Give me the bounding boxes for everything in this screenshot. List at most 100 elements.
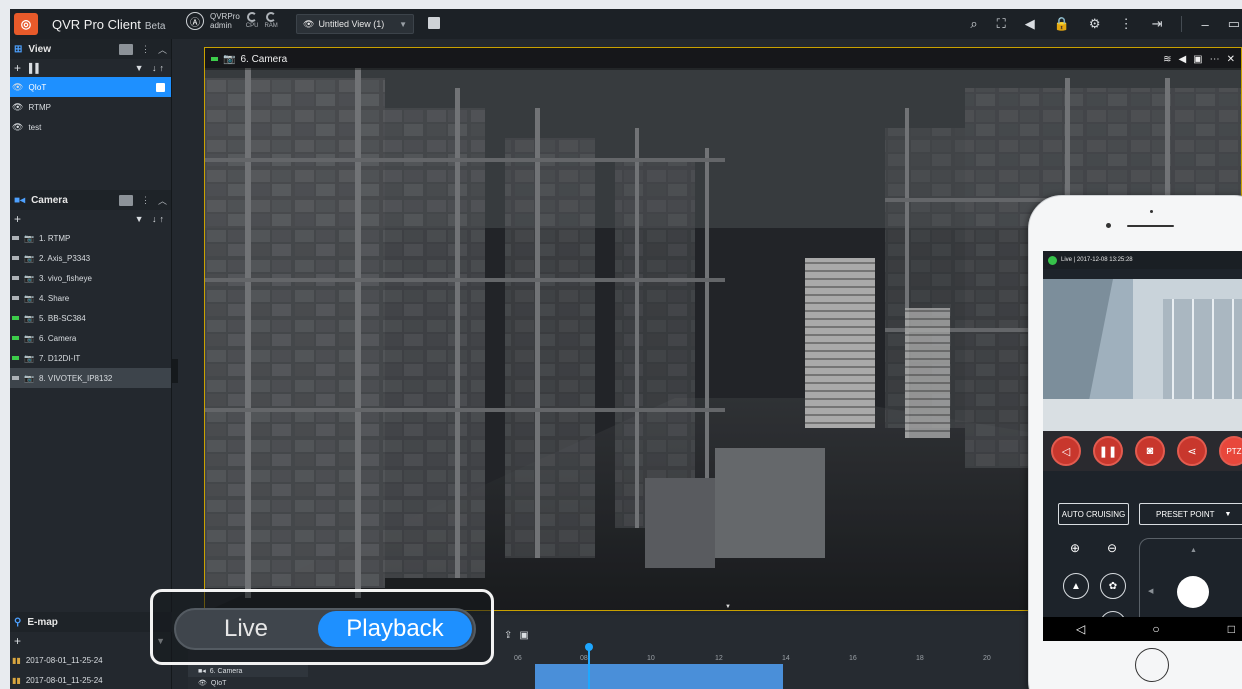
camera-icon: 📷 [24, 233, 34, 243]
close-icon[interactable]: ✕ [1227, 54, 1235, 65]
more-vertical-icon[interactable]: ⋮ [141, 195, 150, 206]
timeline-row-label: QIoT [210, 679, 227, 687]
playhead[interactable] [585, 643, 593, 689]
arrow-left-icon[interactable]: ◀ [1148, 587, 1153, 595]
camera-item-5[interactable]: 📷 5. BB-SC384 [10, 308, 171, 328]
focus-far-icon[interactable]: ▲ [1063, 573, 1089, 599]
chevron-down-icon: ▼ [399, 19, 407, 29]
speaker-icon[interactable]: ◁ [1051, 436, 1081, 466]
user-avatar-icon[interactable]: Ⓐ [186, 12, 204, 30]
share-icon[interactable]: ⋖ [1177, 436, 1207, 466]
more-horizontal-icon[interactable]: ⋯ [1210, 54, 1220, 65]
recents-icon[interactable]: □ [1194, 622, 1242, 636]
eye-icon: 👁 [303, 18, 315, 29]
filter-sort-icons[interactable]: ▼ ↓↑ [135, 214, 167, 224]
layout-icon[interactable] [118, 194, 133, 206]
chevron-down-icon: ▼ [1224, 510, 1232, 518]
ptz-button[interactable]: PTZ [1219, 436, 1242, 466]
more-vertical-icon[interactable]: ⋮ [1120, 16, 1133, 32]
timeline-channel-list: ■◂ 6. Camera 👁 QIoT [188, 665, 308, 689]
add-icon[interactable]: + [14, 61, 21, 75]
camera-item-7[interactable]: 📷 7. D12DI-IT [10, 348, 171, 368]
mode-toggle[interactable]: Live Playback [174, 608, 476, 650]
sidebar-collapse-handle[interactable] [172, 359, 178, 383]
camera-item-8[interactable]: 📷 8. VIVOTEK_IP8132 [10, 368, 171, 388]
emap-item[interactable]: ▮▮ 2017-08-01_11-25-24 [10, 650, 172, 670]
recording-segment[interactable] [535, 664, 783, 689]
timeline-row[interactable]: 👁 QIoT [188, 677, 308, 689]
collapse-arrow-icon[interactable]: ▼ [725, 604, 737, 610]
save-icon[interactable] [156, 82, 165, 92]
gear-icon[interactable]: ⚙ [1089, 16, 1101, 32]
add-icon[interactable]: + [14, 212, 21, 226]
snapshot-icon[interactable]: ▣ [1193, 54, 1202, 65]
minimize-icon[interactable]: – [1201, 17, 1208, 32]
camera-item-3[interactable]: 📷 3. vivo_fisheye [10, 268, 171, 288]
restore-icon[interactable]: ▭ [1228, 16, 1240, 32]
view-item-rtmp[interactable]: 👁 RTMP [10, 97, 171, 117]
camera-item-6[interactable]: 📷 6. Camera [10, 328, 171, 348]
status-icon [12, 376, 19, 380]
volume-icon[interactable]: ◀ [1025, 16, 1035, 32]
pause-icon[interactable]: ❚❚ [1093, 436, 1123, 466]
video-channel-title: 6. Camera [240, 53, 288, 65]
more-vertical-icon[interactable]: ⋮ [141, 44, 150, 55]
user-block[interactable]: Ⓐ QVRPro admin CPU RAM [186, 12, 278, 30]
logout-icon[interactable]: ⇥ [1152, 16, 1163, 32]
camera-icon: 📷 [24, 293, 34, 303]
view-panel-tools: + ▌▌ ▼ ↓↑ [10, 59, 171, 77]
tick-label: 18 [916, 655, 924, 662]
home-icon[interactable]: ○ [1118, 622, 1193, 636]
save-view-icon[interactable] [428, 17, 440, 29]
cpu-meter: CPU [245, 12, 259, 30]
camera-item-2[interactable]: 📷 2. Axis_P3343 [10, 248, 171, 268]
camera-item-label: 8. VIVOTEK_IP8132 [38, 373, 113, 383]
camera-item-label: 5. BB-SC384 [38, 313, 86, 323]
joystick-knob[interactable] [1177, 576, 1209, 608]
add-icon[interactable]: + [14, 634, 21, 648]
volume-icon[interactable]: ◀ [1178, 54, 1186, 65]
camera-item-label: 4. Share [38, 293, 70, 303]
filter-sort-icons[interactable]: ▼ ↓↑ [135, 63, 167, 73]
view-select[interactable]: 👁 Untitled View (1) ▼ [296, 14, 414, 34]
wifi-icon: ≋ [1163, 53, 1172, 65]
preset-point-dropdown[interactable]: PRESET POINT ▼ [1139, 503, 1242, 525]
timeline-row[interactable]: ■◂ 6. Camera [188, 665, 308, 677]
auto-cruising-button[interactable]: AUTO CRUISING [1058, 503, 1129, 525]
status-icon [211, 57, 218, 61]
android-nav-bar: ◁ ○ □ [1043, 617, 1242, 641]
back-icon[interactable]: ◁ [1043, 622, 1118, 636]
camera-panel-controls: ⋮ ︿ [118, 194, 167, 207]
emap-item[interactable]: ▮▮ 2017-08-01_11-25-24 [10, 670, 172, 689]
cpu-label: CPU [245, 23, 259, 29]
live-button[interactable]: Live [176, 615, 316, 643]
search-icon[interactable]: ⌕ [970, 16, 977, 32]
camera-item-1[interactable]: 📷 1. RTMP [10, 228, 171, 248]
export-icon[interactable]: ⇪ [504, 630, 512, 641]
arrow-up-icon[interactable]: ▲ [1190, 547, 1197, 554]
layout-icon[interactable] [118, 43, 133, 55]
zoom-in-icon[interactable]: ⊕ [1070, 541, 1080, 555]
lock-icon[interactable]: 🔒 [1054, 16, 1070, 32]
view-item-label: RTMP [28, 102, 51, 112]
camera-snapshot-icon[interactable]: ◙ [1135, 436, 1165, 466]
snapshot-icon[interactable]: ▣ [519, 630, 528, 641]
camera-icon: 📷 [24, 333, 34, 343]
playback-button[interactable]: Playback [318, 611, 472, 647]
fullscreen-icon[interactable]: ⛶ [997, 16, 1006, 32]
phone-home-button[interactable] [1135, 648, 1169, 682]
zoom-out-icon[interactable]: ⊖ [1107, 541, 1117, 555]
chevron-up-icon[interactable]: ︿ [158, 194, 167, 207]
chevron-up-icon[interactable]: ︿ [158, 43, 167, 56]
status-icon [12, 316, 19, 320]
view-item-qiot[interactable]: 👁 QIoT [10, 77, 171, 97]
focus-near-icon[interactable]: ✿ [1100, 573, 1126, 599]
emap-panel: ⚲ E-map + ▼ ▮▮ 2017-08-01_11-25-24 ▮▮ 2017… [10, 612, 172, 689]
status-icon [12, 256, 19, 260]
camera-item-4[interactable]: 📷 4. Share [10, 288, 171, 308]
emap-panel-tools: + ▼ [10, 632, 172, 650]
view-item-test[interactable]: 👁 test [10, 117, 171, 137]
view-panel-controls: ⋮ ︿ [118, 43, 167, 56]
qvr-logo-icon: ◎ [14, 13, 38, 35]
split-icon[interactable]: ▌▌ [29, 63, 42, 73]
